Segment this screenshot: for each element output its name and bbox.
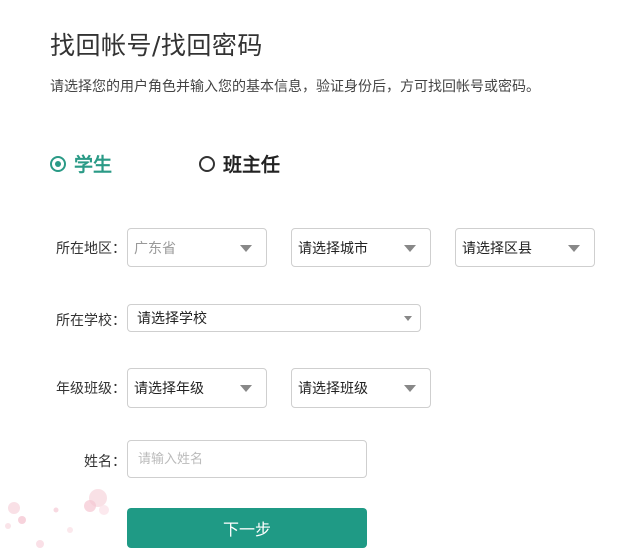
class-value: 请选择班级 xyxy=(298,381,368,397)
class-label: 年级班级： xyxy=(56,381,126,397)
chevron-down-icon xyxy=(568,244,580,252)
class-select[interactable]: 请选择班级 xyxy=(291,368,431,408)
role-student-option[interactable]: 学生 xyxy=(50,150,112,177)
chevron-down-icon xyxy=(404,385,416,392)
district-select[interactable]: 请选择区县 xyxy=(455,228,595,267)
chevron-down-icon xyxy=(404,316,412,321)
chevron-down-icon xyxy=(240,385,252,392)
page-title: 找回帐号/找回密码 xyxy=(50,31,263,60)
province-value: 广东省 xyxy=(134,240,176,257)
page-subtitle: 请选择您的用户角色并输入您的基本信息，验证身份后，方可找回帐号或密码。 xyxy=(50,79,540,95)
school-label: 所在学校： xyxy=(56,313,126,329)
radio-unchecked-icon[interactable] xyxy=(199,155,215,172)
role-teacher-label: 班主任 xyxy=(223,154,281,176)
name-label: 姓名： xyxy=(84,454,126,470)
next-step-button[interactable]: 下一步 xyxy=(127,508,367,548)
role-teacher-option[interactable]: 班主任 xyxy=(199,150,280,177)
radio-checked-icon[interactable] xyxy=(50,155,66,172)
region-label: 所在地区： xyxy=(56,241,126,257)
decorative-petals-icon xyxy=(5,489,109,548)
grade-select[interactable]: 请选择年级 xyxy=(127,368,267,408)
city-select[interactable]: 请选择城市 xyxy=(291,228,431,267)
city-value: 请选择城市 xyxy=(298,240,368,257)
district-value: 请选择区县 xyxy=(462,240,532,257)
chevron-down-icon xyxy=(404,244,416,252)
province-select[interactable]: 广东省 xyxy=(127,228,267,267)
role-student-label: 学生 xyxy=(74,154,113,176)
school-value: 请选择学校 xyxy=(137,311,207,327)
grade-value: 请选择年级 xyxy=(134,381,204,397)
name-input[interactable] xyxy=(127,440,367,478)
school-select[interactable]: 请选择学校 xyxy=(127,304,421,332)
chevron-down-icon xyxy=(240,244,252,252)
